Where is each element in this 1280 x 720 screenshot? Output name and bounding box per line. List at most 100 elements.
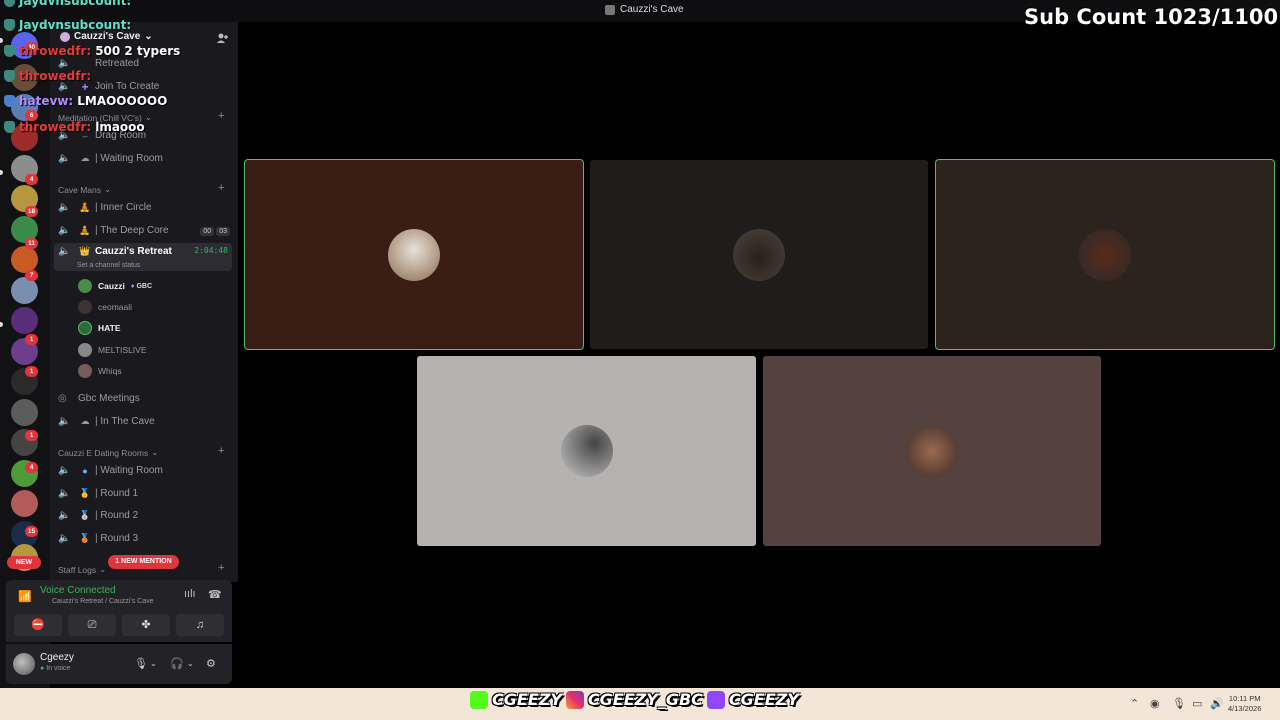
video-tile[interactable] <box>417 356 756 546</box>
voice-status[interactable]: Voice Connected <box>40 585 116 596</box>
voice-channel[interactable]: 🔈 🥇 | Round 1 <box>58 484 230 503</box>
speaker-icon: 🔈 <box>58 246 71 257</box>
new-mention-pill[interactable]: 1 NEW MENTION <box>108 555 179 569</box>
app-tray-icon[interactable]: ◉ <box>1150 697 1160 710</box>
server-icon[interactable] <box>11 307 38 334</box>
user-name: Cauzzi <box>98 281 125 291</box>
channel-emoji: ☁ <box>80 153 90 163</box>
noise-suppression-icon[interactable]: ıılı <box>184 588 196 600</box>
channel-name: | Waiting Room <box>95 465 163 476</box>
chevron-down-icon: ⌄ <box>99 564 107 574</box>
unread-pip <box>0 322 3 327</box>
add-channel-icon[interactable]: + <box>218 562 224 574</box>
server-name: Cauzzi's Cave <box>74 31 141 42</box>
chevron-down-icon[interactable]: ⌄ <box>187 659 194 668</box>
server-header[interactable]: Cauzzi's Cave ⌄ <box>60 31 153 42</box>
new-badge[interactable]: NEW <box>7 556 41 569</box>
add-channel-icon[interactable]: + <box>218 182 224 194</box>
chat-username: throwedfr: <box>19 69 92 83</box>
instagram-handle: CGEEZY_GBC <box>587 690 703 709</box>
clock[interactable]: 10:11 PM 4/13/2026 <box>1228 694 1261 714</box>
moderator-badge-icon <box>4 19 15 31</box>
chat-message: throwedfr: <box>4 69 95 83</box>
chevron-up-icon[interactable]: ⌃ <box>1130 697 1139 710</box>
screen-share-button[interactable]: ⎚ <box>68 614 116 636</box>
avatar <box>78 343 92 357</box>
speaker-icon: 🔈 <box>58 465 71 476</box>
chevron-down-icon: ⌄ <box>144 112 152 122</box>
microphone-icon[interactable]: 🎙 <box>134 657 148 670</box>
mention-badge: 1 <box>25 366 38 377</box>
avatar <box>78 321 92 335</box>
channel-status[interactable]: Set a channel status <box>77 262 140 269</box>
camera-button[interactable]: ⛔ <box>14 614 62 636</box>
voice-channel[interactable]: 🔈 🧘 | Inner Circle <box>58 198 230 217</box>
add-channel-icon[interactable]: + <box>218 110 224 122</box>
voice-user[interactable]: MELTISLIVE <box>78 341 147 359</box>
voice-location[interactable]: Cauzzi's Retreat / Cauzzi's Cave <box>52 598 154 605</box>
speaker-icon: 🔈 <box>58 202 71 213</box>
user-name[interactable]: Cgeezy <box>40 652 74 663</box>
mention-badge: 11 <box>25 238 38 249</box>
moderator-badge-icon <box>4 70 15 82</box>
user-name: HATE <box>98 323 121 333</box>
speaker-icon: 🔈 <box>58 533 71 544</box>
category-staff[interactable]: Staff Logs ⌄ <box>58 564 106 575</box>
instagram-icon <box>565 690 584 709</box>
mention-badge: 15 <box>25 526 38 537</box>
voice-channel[interactable]: 🔈 🥈 | Round 2 <box>58 506 230 525</box>
voice-channel[interactable]: 🔈 ☁ | In The Cave <box>58 412 230 431</box>
voice-user[interactable]: Whiqs <box>78 362 122 380</box>
signal-icon[interactable]: 📶 <box>18 590 32 603</box>
server-icon[interactable] <box>11 490 38 517</box>
chat-message: Jaydvnsubcount: <box>4 0 135 8</box>
stage-channel[interactable]: ◎ Gbc Meetings <box>58 389 230 408</box>
avatar <box>906 425 958 477</box>
add-channel-icon[interactable]: + <box>218 445 224 457</box>
voice-channel[interactable]: 🔈 🧘 | The Deep Core 00 03 <box>58 221 230 240</box>
medal-icon: 🥇 <box>79 488 91 498</box>
microphone-icon[interactable]: 🎙 <box>1172 697 1186 710</box>
speaker-icon: 🔈 <box>58 416 71 427</box>
window-title: Cauzzi's Cave <box>605 4 684 15</box>
activities-button[interactable]: ✤ <box>122 614 170 636</box>
voice-user[interactable]: Cauzzi ♦ GBC <box>78 277 152 295</box>
network-icon[interactable]: ▭ <box>1192 697 1202 710</box>
avatar[interactable] <box>13 653 35 675</box>
disconnect-icon[interactable]: ☎ <box>208 588 222 601</box>
soundboard-button[interactable]: ♫ <box>176 614 224 636</box>
clock-time: 10:11 PM <box>1228 694 1261 703</box>
voice-channel[interactable]: 🔈 ● | Waiting Room <box>58 461 230 480</box>
server-icon[interactable] <box>11 246 38 273</box>
category-dating[interactable]: Cauzzi E Dating Rooms ⌄ <box>58 447 158 458</box>
chat-message: throwedfr: 500 2 typers <box>4 44 180 58</box>
voice-user[interactable]: ceomaali <box>78 298 132 316</box>
user-name: Whiqs <box>98 366 122 376</box>
chat-username: throwedfr: <box>19 44 92 58</box>
video-tile[interactable] <box>763 356 1101 546</box>
video-tile[interactable] <box>590 160 928 349</box>
volume-icon[interactable]: 🔊 <box>1210 697 1224 710</box>
channel-name: | Waiting Room <box>95 153 163 164</box>
chat-text: 500 2 typers <box>95 44 181 58</box>
user-name: ceomaali <box>98 302 133 312</box>
category-label: Staff Logs <box>58 564 97 575</box>
voice-channel[interactable]: 🔈 ☁ | Waiting Room <box>58 149 230 168</box>
server-icon[interactable] <box>11 399 38 426</box>
category-cave[interactable]: Cave Mans ⌄ <box>58 184 111 195</box>
headphones-icon[interactable]: 🎧 <box>170 657 184 670</box>
user-status: ● In voice <box>40 665 70 672</box>
server-icon[interactable] <box>11 277 38 304</box>
chat-message: throwedfr: lmaooo <box>4 120 145 134</box>
voice-user[interactable]: HATE <box>78 319 121 337</box>
avatar <box>78 279 92 293</box>
gear-icon[interactable]: ⚙ <box>206 657 216 670</box>
channel-name: Gbc Meetings <box>78 393 140 404</box>
chevron-down-icon[interactable]: ⌄ <box>150 659 157 668</box>
video-tile[interactable] <box>935 159 1275 350</box>
channel-emoji: 🧘 <box>79 225 91 235</box>
mention-badge: 18 <box>25 206 38 217</box>
invite-icon[interactable] <box>216 32 230 44</box>
voice-channel[interactable]: 🔈 🥉 | Round 3 <box>58 529 230 548</box>
video-tile[interactable] <box>244 159 584 350</box>
